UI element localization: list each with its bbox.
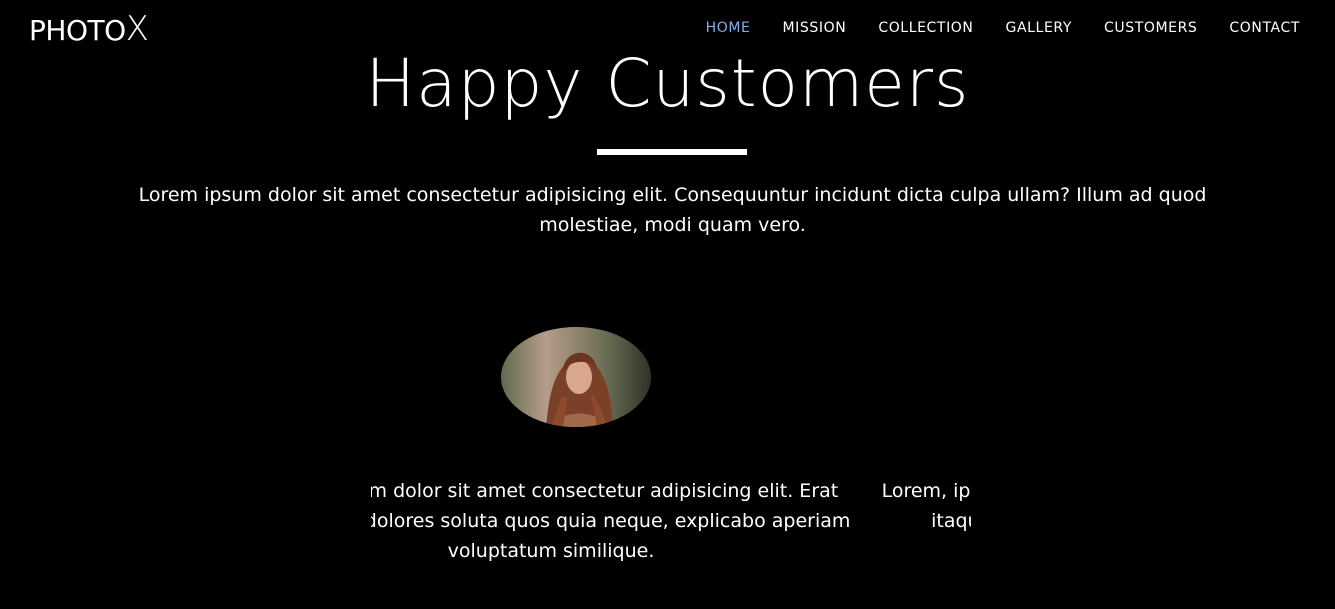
brand-logo[interactable]: PHOTOX — [29, 9, 149, 49]
nav-menu: HOME MISSION COLLECTION GALLERY CUSTOMER… — [674, 19, 1300, 37]
customer-avatar — [501, 327, 651, 427]
nav-item-collection[interactable]: COLLECTION — [878, 19, 973, 37]
navbar: PHOTOX HOME MISSION COLLECTION GALLERY C… — [0, 0, 1335, 58]
logo-text-accent: X — [125, 9, 149, 49]
carousel-track: Lorem ipsum dolor sit amet consectetur a… — [371, 470, 971, 566]
testimonial-text: Lorem, ipsum dolor sit amet consectetur … — [881, 480, 971, 532]
nav-item-mission[interactable]: MISSION — [783, 19, 847, 37]
nav-item-gallery[interactable]: GALLERY — [1006, 19, 1072, 37]
title-divider — [597, 149, 747, 155]
nav-item-customers[interactable]: CUSTOMERS — [1104, 19, 1197, 37]
nav-item-home[interactable]: HOME — [706, 19, 751, 37]
logo-text-main: PHOTO — [29, 14, 126, 47]
page: PHOTOX HOME MISSION COLLECTION GALLERY C… — [0, 0, 1335, 609]
testimonial-text: Lorem ipsum dolor sit amet consectetur a… — [371, 480, 851, 562]
section-intro: Lorem ipsum dolor sit amet consectetur a… — [138, 184, 1207, 236]
testimonial-carousel[interactable]: Lorem ipsum dolor sit amet consectetur a… — [371, 470, 971, 570]
nav-item-contact[interactable]: CONTACT — [1229, 19, 1300, 37]
customer-photo — [501, 327, 651, 427]
